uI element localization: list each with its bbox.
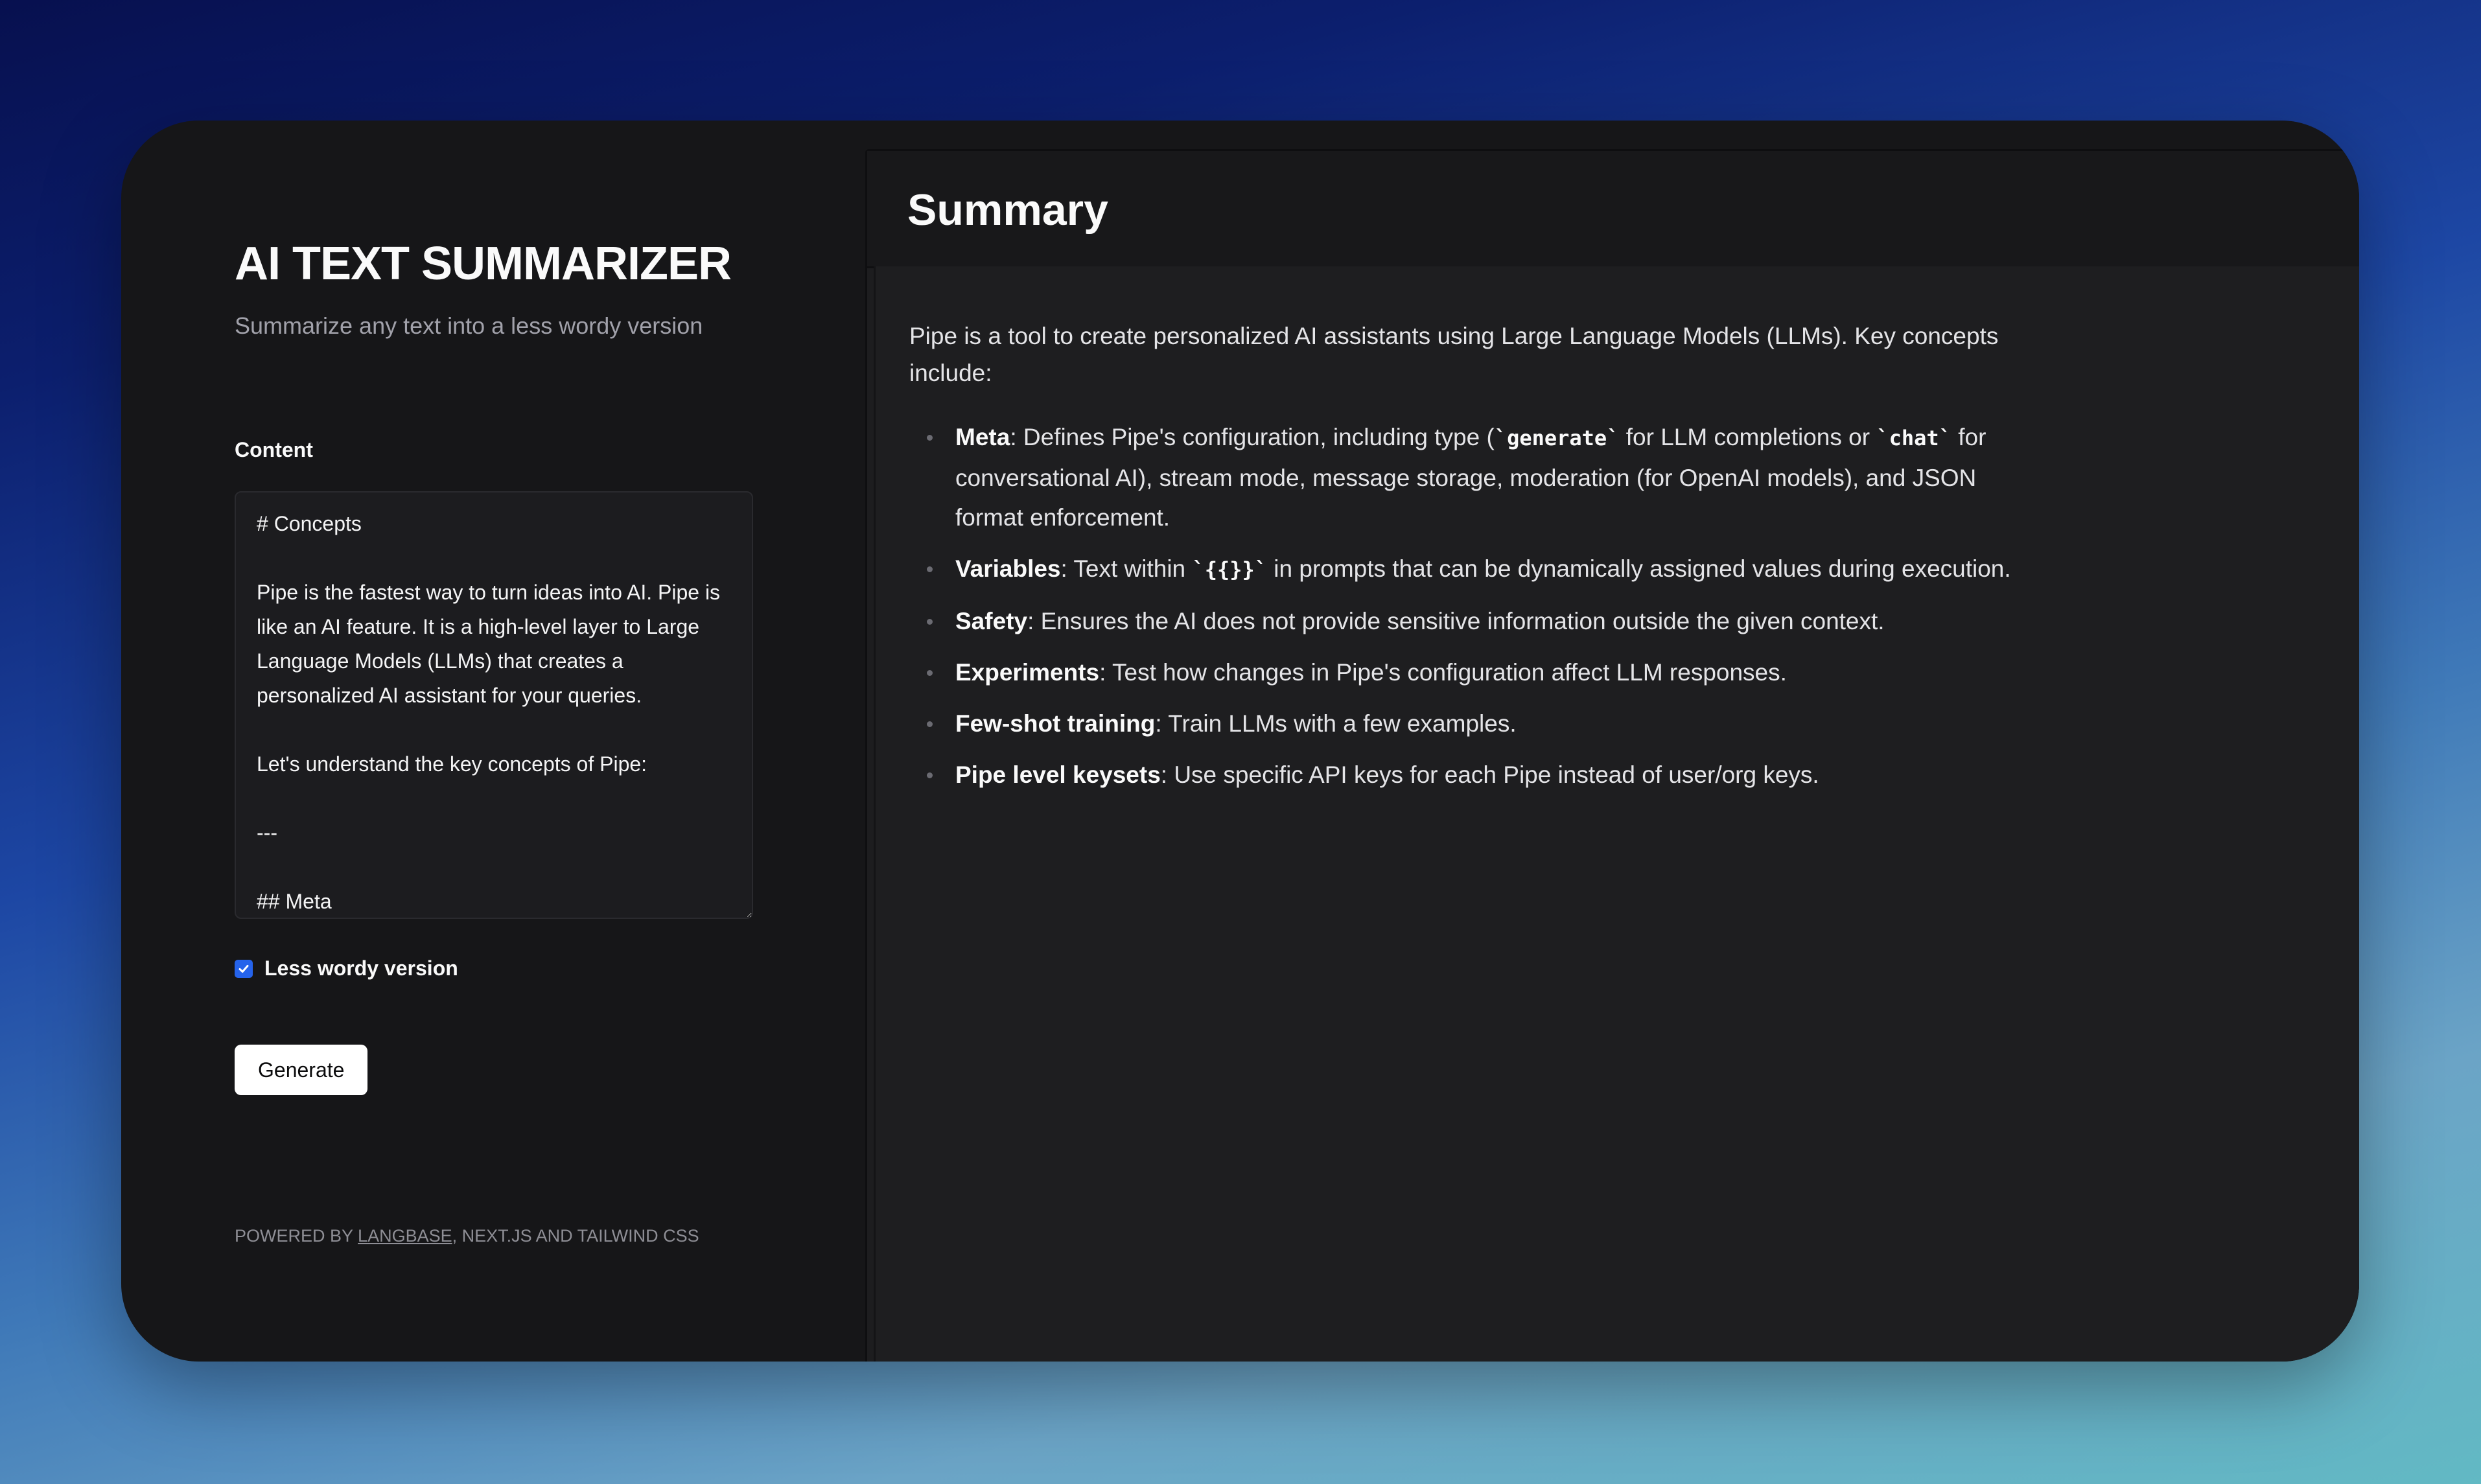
less-wordy-option[interactable]: Less wordy version	[235, 956, 458, 980]
summary-output: Pipe is a tool to create personalized AI…	[874, 266, 2359, 1362]
summary-item-term: Pipe level keysets	[955, 761, 1161, 788]
less-wordy-label: Less wordy version	[264, 956, 458, 980]
summary-list-item: Meta: Defines Pipe's configuration, incl…	[909, 417, 2050, 537]
summary-item-text: : Use specific API keys for each Pipe in…	[1160, 761, 1819, 788]
check-icon	[239, 964, 249, 973]
summary-list: Meta: Defines Pipe's configuration, incl…	[909, 417, 2050, 806]
summary-list-item: Few-shot training: Train LLMs with a few…	[909, 704, 2050, 743]
footer-prefix: POWERED BY	[235, 1226, 358, 1246]
app-window: AI TEXT SUMMARIZER Summarize any text in…	[121, 121, 2359, 1362]
app-title: AI TEXT SUMMARIZER	[235, 238, 732, 290]
summary-item-text: : Train LLMs with a few examples.	[1155, 710, 1517, 737]
less-wordy-checkbox[interactable]	[235, 959, 253, 978]
summary-item-text: : Text within	[1060, 555, 1193, 582]
summary-item-term: Experiments	[955, 659, 1100, 686]
footer-suffix: , NEXT.JS AND TAILWIND CSS	[452, 1226, 699, 1246]
summary-panel: Summary Pipe is a tool to create persona…	[865, 149, 2359, 1362]
summary-intro: Pipe is a tool to create personalized AI…	[909, 323, 1999, 386]
summary-title: Summary	[907, 185, 1108, 235]
langbase-link[interactable]: LANGBASE	[358, 1226, 452, 1246]
summary-list-item: Experiments: Test how changes in Pipe's …	[909, 653, 2050, 692]
app-subtitle: Summarize any text into a less wordy ver…	[235, 312, 703, 339]
content-label: Content	[235, 438, 313, 461]
footer-credits: POWERED BY LANGBASE, NEXT.JS AND TAILWIN…	[235, 1226, 699, 1246]
summary-item-text: : Defines Pipe's configuration, includin…	[1010, 424, 1495, 450]
summary-item-code: `generate`	[1494, 426, 1620, 450]
summary-item-term: Safety	[955, 608, 1028, 634]
summary-item-code: `chat`	[1876, 426, 1951, 450]
input-panel: AI TEXT SUMMARIZER Summarize any text in…	[121, 121, 865, 1362]
summary-item-term: Meta	[955, 424, 1010, 450]
generate-button[interactable]: Generate	[235, 1045, 368, 1095]
summary-header: Summary	[867, 151, 2359, 268]
summary-item-term: Variables	[955, 555, 1061, 582]
summary-item-text: for LLM completions or	[1619, 424, 1877, 450]
summary-list-item: Pipe level keysets: Use specific API key…	[909, 755, 2050, 794]
summary-item-text: : Ensures the AI does not provide sensit…	[1027, 608, 1885, 634]
summary-list-item: Variables: Text within `{{}}` in prompts…	[909, 549, 2050, 590]
content-textarea[interactable]	[235, 491, 753, 919]
summary-item-code: `{{}}`	[1192, 557, 1268, 582]
summary-item-term: Few-shot training	[955, 710, 1156, 737]
summary-list-item: Safety: Ensures the AI does not provide …	[909, 601, 2050, 641]
summary-item-text: in prompts that can be dynamically assig…	[1267, 555, 2011, 582]
summary-item-text: : Test how changes in Pipe's configurati…	[1099, 659, 1787, 686]
